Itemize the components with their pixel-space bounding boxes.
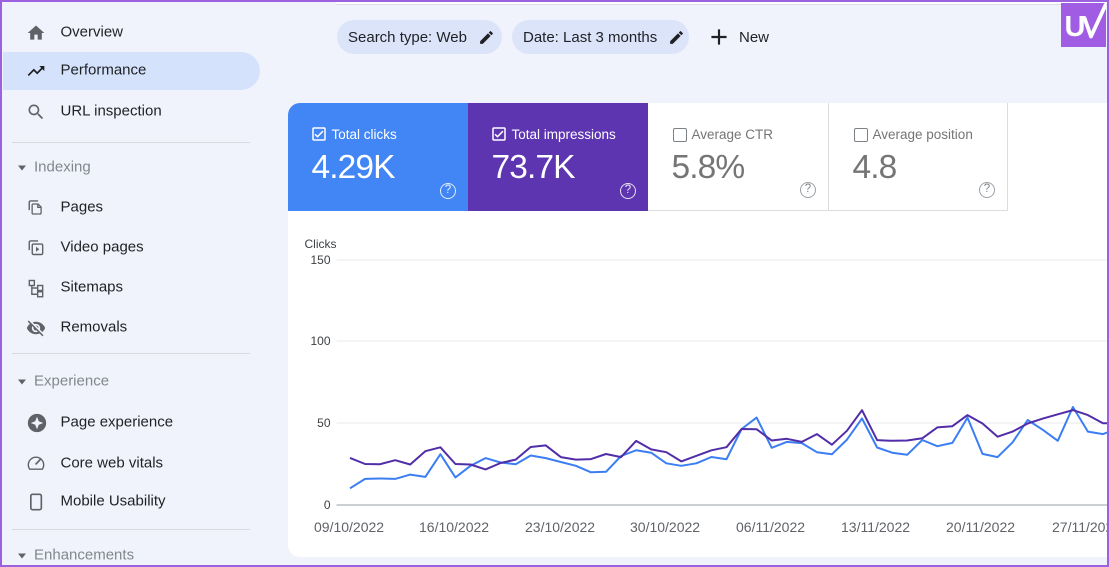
svg-text:U: U [1065, 11, 1086, 43]
